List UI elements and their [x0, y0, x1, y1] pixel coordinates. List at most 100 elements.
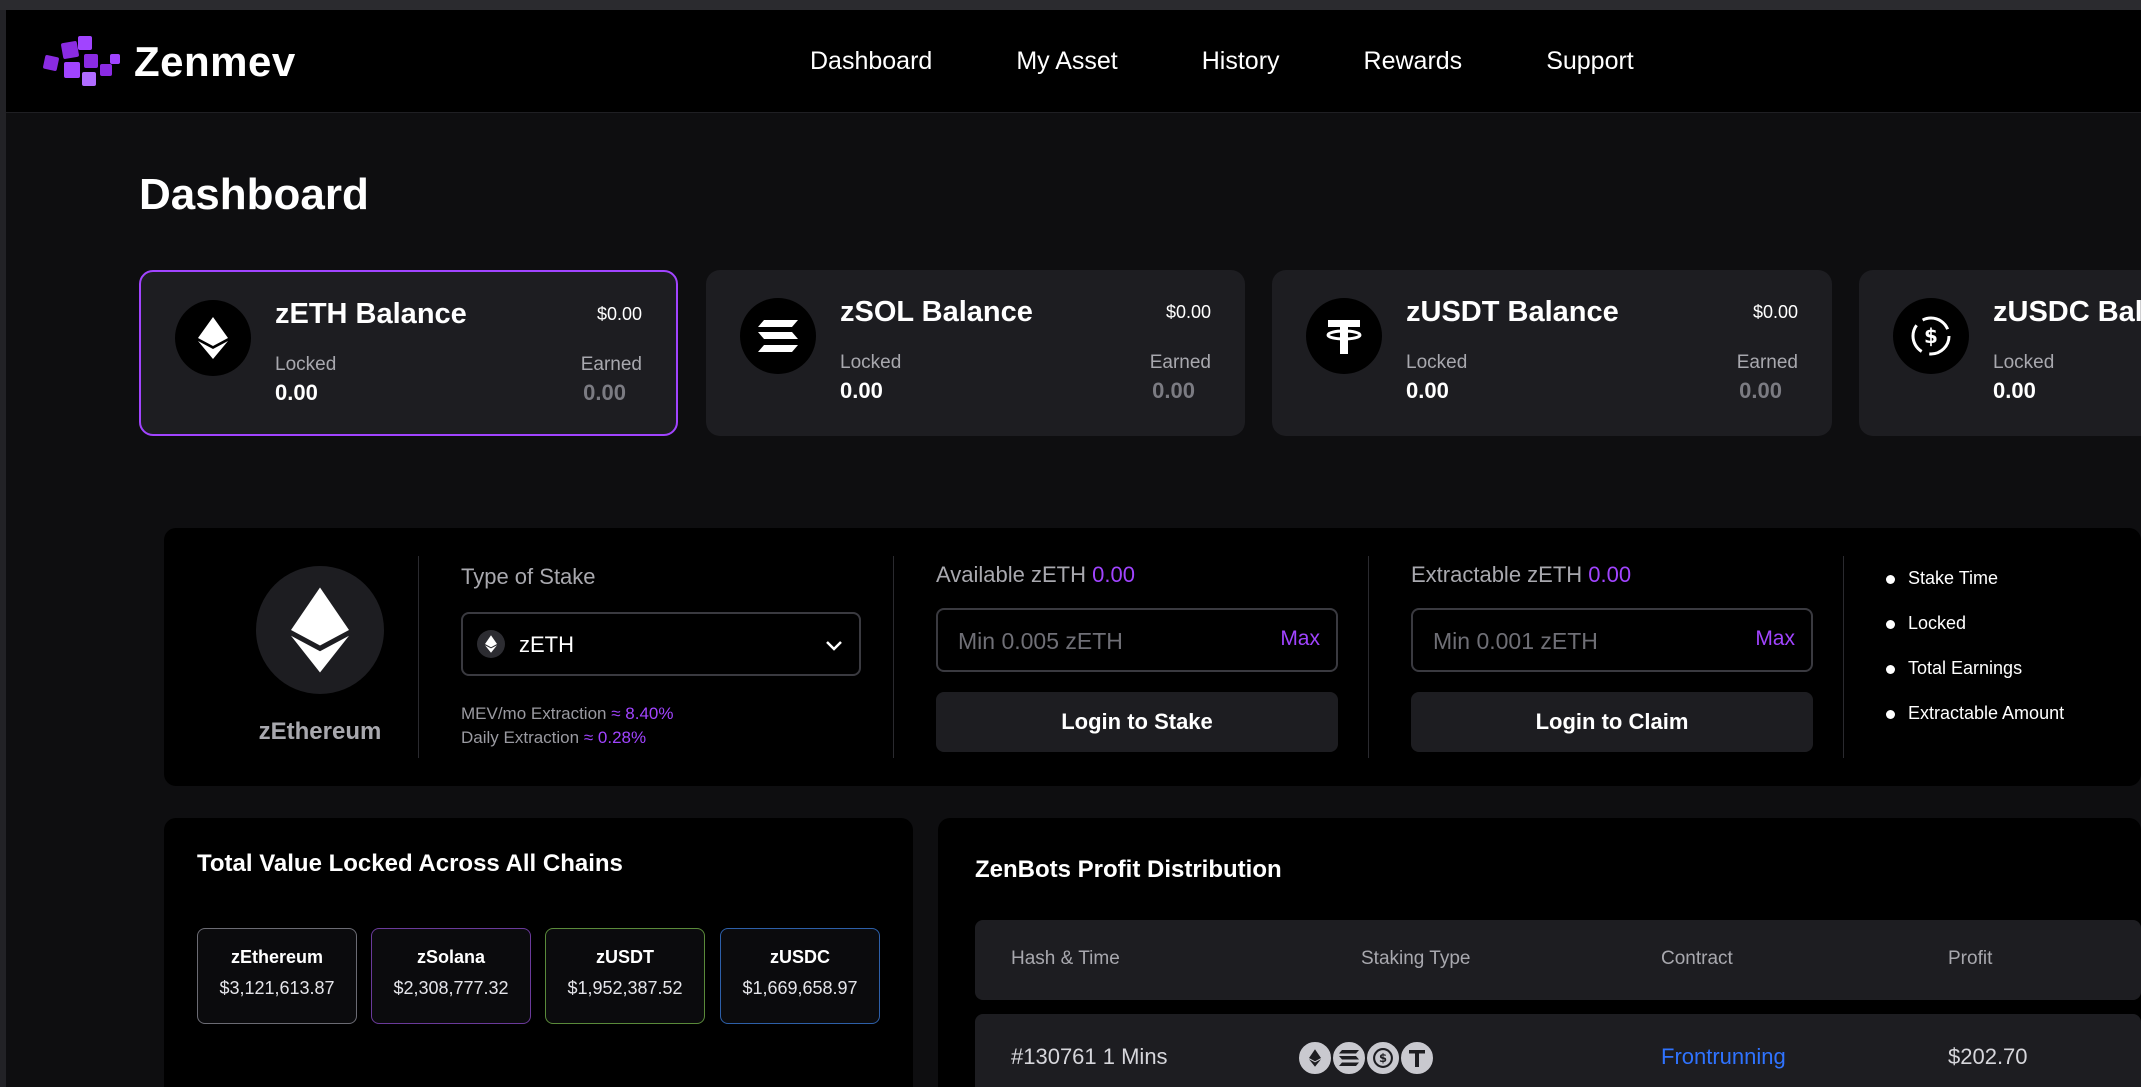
row-profit: $202.70: [1948, 1044, 2028, 1069]
earned-value: 0.00: [583, 380, 626, 405]
available-label: Available zETH: [936, 562, 1086, 587]
tvl-chip-zsolana: zSolana $2,308,777.32: [371, 928, 531, 1024]
stake-max-button[interactable]: Max: [1280, 627, 1320, 651]
nav-rewards[interactable]: Rewards: [1364, 47, 1463, 76]
cubes-logo-icon: [43, 36, 120, 86]
extractable-label: Extractable zETH: [1411, 562, 1583, 587]
window-left-edge: [0, 10, 6, 1087]
usdc-icon: $: [1893, 298, 1969, 374]
ethereum-icon: [175, 300, 251, 376]
brand-name: Zenmev: [134, 38, 296, 85]
profit-table-header: Hash & Time Staking Type Contract Profit: [975, 920, 2141, 1000]
locked-label: Locked: [1993, 352, 2055, 373]
top-header: Zenmev Dashboard My Asset History Reward…: [6, 10, 2141, 113]
divider: [418, 556, 419, 758]
divider: [1843, 556, 1844, 758]
locked-label: Locked: [840, 352, 902, 373]
brand-logo[interactable]: Zenmev: [42, 34, 296, 90]
table-row[interactable]: #130761 1 Mins $ Frontrunning $202.70: [975, 1014, 2141, 1087]
stake-asset-name: zEthereum: [258, 718, 382, 745]
nav-dashboard[interactable]: Dashboard: [810, 47, 932, 76]
ethereum-icon: [477, 630, 505, 658]
stake-type-select[interactable]: zETH: [461, 612, 861, 676]
header-hash-time: Hash & Time: [1011, 948, 1120, 969]
row-contract-link[interactable]: Frontrunning: [1661, 1044, 1786, 1070]
nav-history[interactable]: History: [1202, 47, 1280, 76]
chevron-down-icon: [826, 641, 842, 651]
divider: [1368, 556, 1369, 758]
balance-card-zusdt[interactable]: zUSDT Balance $0.00 Locked 0.00 Earned 0…: [1272, 270, 1832, 436]
chip-value: $3,121,613.87: [219, 978, 335, 998]
main-nav: Dashboard My Asset History Rewards Suppo…: [810, 10, 1718, 113]
available-value: 0.00: [1092, 562, 1135, 587]
chip-value: $1,952,387.52: [567, 978, 683, 998]
tvl-chip-zusdc: zUSDC $1,669,658.97: [720, 928, 880, 1024]
balance-card-zsol[interactable]: zSOL Balance $0.00 Locked 0.00 Earned 0.…: [706, 270, 1245, 436]
ethereum-icon: [256, 566, 384, 694]
claim-max-button[interactable]: Max: [1755, 627, 1795, 651]
svg-text:$: $: [1924, 324, 1938, 348]
balance-name: zUSDT Balance: [1406, 296, 1619, 328]
tvl-title: Total Value Locked Across All Chains: [197, 850, 623, 877]
balance-usd: $0.00: [1752, 302, 1798, 322]
balance-usd: $0.00: [1165, 302, 1211, 322]
header-profit: Profit: [1948, 948, 1993, 969]
login-to-stake-button[interactable]: Login to Stake: [936, 692, 1338, 752]
info-extractable-amount: Extractable Amount: [1886, 703, 2064, 724]
header-contract: Contract: [1661, 948, 1733, 969]
locked-label: Locked: [275, 354, 337, 375]
stake-type-label: Type of Stake: [461, 564, 596, 589]
balance-name: zUSDC Bala: [1993, 296, 2141, 328]
extractable-balance: Extractable zETH 0.00: [1411, 562, 1631, 588]
earned-label: Earned: [1736, 352, 1798, 373]
stake-type-value: zETH: [519, 632, 574, 657]
chip-name: zUSDC: [769, 947, 830, 967]
stake-amount-input[interactable]: Min 0.005 zETH Max: [936, 608, 1338, 672]
available-balance: Available zETH 0.00: [936, 562, 1135, 588]
row-hash-time: #130761 1 Mins: [1011, 1044, 1168, 1069]
balance-card-zusdc[interactable]: $ zUSDC Bala Locked 0.00: [1859, 270, 2141, 436]
claim-amount-input[interactable]: Min 0.001 zETH Max: [1411, 608, 1813, 672]
earned-label: Earned: [580, 354, 642, 375]
tvl-chip-zusdt: zUSDT $1,952,387.52: [545, 928, 705, 1024]
ethereum-icon: [1297, 1040, 1333, 1076]
extractable-value: 0.00: [1588, 562, 1632, 587]
earned-value: 0.00: [1152, 378, 1195, 403]
chip-name: zUSDT: [596, 947, 654, 967]
stake-panel: zEthereum Type of Stake zETH MEV/mo Extr…: [164, 528, 2141, 786]
daily-value: ≈ 0.28%: [583, 728, 647, 747]
login-to-claim-button[interactable]: Login to Claim: [1411, 692, 1813, 752]
solana-icon: [740, 298, 816, 374]
earned-value: 0.00: [1739, 378, 1782, 403]
locked-value: 0.00: [840, 378, 883, 403]
page-title: Dashboard: [139, 170, 369, 219]
chip-value: $1,669,658.97: [742, 978, 858, 998]
mev-value: ≈ 8.40%: [611, 704, 674, 723]
claim-amount-placeholder: Min 0.001 zETH: [1433, 628, 1598, 654]
chip-value: $2,308,777.32: [393, 978, 509, 998]
tvl-chip-zethereum: zEthereum $3,121,613.87: [197, 928, 357, 1024]
tether-icon: [1399, 1040, 1435, 1076]
profit-panel: ZenBots Profit Distribution Hash & Time …: [938, 818, 2141, 1087]
info-locked: Locked: [1886, 613, 1966, 634]
svg-text:$: $: [1379, 1051, 1387, 1065]
usdc-icon: $: [1365, 1040, 1401, 1076]
window-top-strip: [0, 0, 2141, 10]
nav-support[interactable]: Support: [1546, 47, 1634, 76]
balance-card-zeth[interactable]: zETH Balance $0.00 Locked 0.00 Earned 0.…: [139, 270, 678, 436]
daily-extraction: Daily Extraction ≈ 0.28%: [461, 728, 646, 748]
balance-usd: $0.00: [596, 304, 642, 324]
chip-name: zSolana: [416, 947, 486, 967]
info-total-earnings: Total Earnings: [1886, 658, 2022, 679]
stake-amount-placeholder: Min 0.005 zETH: [958, 628, 1123, 654]
locked-label: Locked: [1406, 352, 1468, 373]
header-staking-type: Staking Type: [1361, 948, 1471, 969]
solana-icon: [1331, 1040, 1367, 1076]
nav-my-asset[interactable]: My Asset: [1016, 47, 1117, 76]
earned-label: Earned: [1149, 352, 1211, 373]
locked-value: 0.00: [1406, 378, 1449, 403]
chip-name: zEthereum: [230, 947, 324, 967]
mev-extraction: MEV/mo Extraction ≈ 8.40%: [461, 704, 674, 724]
locked-value: 0.00: [275, 380, 318, 405]
balance-name: zSOL Balance: [840, 296, 1033, 328]
